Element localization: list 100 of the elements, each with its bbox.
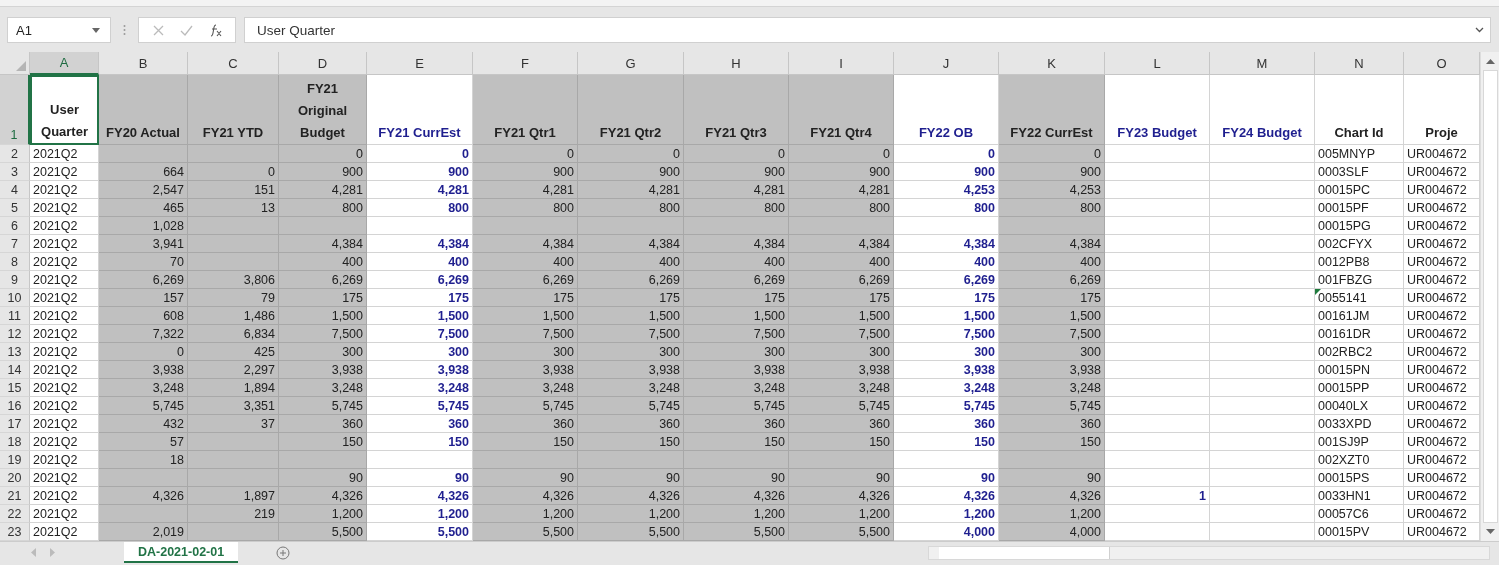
table-cell: 175	[578, 289, 684, 307]
column-heading: FY22 CurrEst	[999, 75, 1105, 145]
table-cell: 00161JM	[1315, 307, 1404, 325]
table-cell: 7,322	[99, 325, 188, 343]
table-cell: UR004672	[1404, 271, 1480, 289]
table-cell: 150	[578, 433, 684, 451]
row-header[interactable]: 18	[0, 433, 30, 451]
row-header[interactable]: 12	[0, 325, 30, 343]
table-cell: 1,500	[789, 307, 894, 325]
table-cell: 4,384	[894, 235, 999, 253]
table-cell: 2021Q2	[30, 181, 99, 199]
row-header[interactable]: 21	[0, 487, 30, 505]
column-heading: FY21 Qtr4	[789, 75, 894, 145]
column-heading: Chart Id	[1315, 75, 1404, 145]
row-header[interactable]: 15	[0, 379, 30, 397]
column-header[interactable]: I	[789, 52, 894, 75]
scroll-down-icon[interactable]	[1485, 529, 1495, 535]
column-header[interactable]: C	[188, 52, 279, 75]
scroll-up-icon[interactable]	[1485, 58, 1495, 64]
row-header[interactable]: 2	[0, 145, 30, 163]
function-icon[interactable]	[209, 23, 223, 37]
row-header[interactable]: 11	[0, 307, 30, 325]
scroll-thumb[interactable]	[1482, 70, 1498, 523]
table-cell: 2021Q2	[30, 235, 99, 253]
column-header[interactable]: N	[1315, 52, 1404, 75]
table-cell: 5,745	[279, 397, 367, 415]
row-header[interactable]: 23	[0, 523, 30, 541]
error-indicator-icon[interactable]	[1315, 289, 1321, 295]
table-cell: 900	[473, 163, 578, 181]
column-header[interactable]: K	[999, 52, 1105, 75]
table-cell: 0	[279, 145, 367, 163]
row-header[interactable]: 10	[0, 289, 30, 307]
column-header[interactable]: B	[99, 52, 188, 75]
table-cell: 3,806	[188, 271, 279, 289]
row-header[interactable]: 14	[0, 361, 30, 379]
column-header[interactable]: A	[30, 52, 99, 75]
column-header[interactable]: H	[684, 52, 789, 75]
table-cell: 4,326	[367, 487, 473, 505]
vertical-scrollbar[interactable]	[1480, 52, 1499, 541]
table-cell: 00015PN	[1315, 361, 1404, 379]
table-cell: 4,281	[367, 181, 473, 199]
table-cell: 3,248	[684, 379, 789, 397]
enter-icon[interactable]	[180, 24, 193, 36]
table-cell: 002RBC2	[1315, 343, 1404, 361]
expand-icon[interactable]	[1475, 27, 1484, 33]
table-cell: 4,253	[894, 181, 999, 199]
next-sheet-icon[interactable]	[50, 548, 56, 557]
row-header[interactable]: 1	[0, 75, 30, 145]
cancel-icon[interactable]	[153, 24, 164, 36]
table-cell: UR004672	[1404, 487, 1480, 505]
table-cell: 0033HN1	[1315, 487, 1404, 505]
row-header[interactable]: 5	[0, 199, 30, 217]
column-header[interactable]: E	[367, 52, 473, 75]
name-box[interactable]: A1	[7, 17, 111, 43]
column-header[interactable]: O	[1404, 52, 1480, 75]
row-header[interactable]: 22	[0, 505, 30, 523]
table-cell: 90	[999, 469, 1105, 487]
row-header[interactable]: 19	[0, 451, 30, 469]
add-sheet-icon[interactable]	[276, 545, 291, 560]
table-cell: 6,834	[188, 325, 279, 343]
table-cell: 425	[188, 343, 279, 361]
row-header[interactable]: 7	[0, 235, 30, 253]
row-header[interactable]: 4	[0, 181, 30, 199]
select-all-button[interactable]	[0, 52, 30, 75]
table-cell: 90	[473, 469, 578, 487]
table-cell: 3,938	[684, 361, 789, 379]
row-header[interactable]: 17	[0, 415, 30, 433]
table-cell: 175	[999, 289, 1105, 307]
table-cell: 4,281	[684, 181, 789, 199]
column-header[interactable]: G	[578, 52, 684, 75]
horizontal-scrollbar[interactable]	[928, 545, 1491, 560]
column-header[interactable]: D	[279, 52, 367, 75]
table-cell: 6,269	[99, 271, 188, 289]
row-header[interactable]: 8	[0, 253, 30, 271]
row-header[interactable]: 16	[0, 397, 30, 415]
table-cell: 37	[188, 415, 279, 433]
table-cell: 1,200	[894, 505, 999, 523]
column-header[interactable]: J	[894, 52, 999, 75]
table-cell: 300	[473, 343, 578, 361]
previous-sheet-icon[interactable]	[30, 548, 36, 557]
table-cell: 2,547	[99, 181, 188, 199]
row-header[interactable]: 3	[0, 163, 30, 181]
table-cell: 3,938	[367, 361, 473, 379]
row-header[interactable]: 13	[0, 343, 30, 361]
table-cell: 5,745	[473, 397, 578, 415]
row-header[interactable]: 9	[0, 271, 30, 289]
table-cell: 400	[894, 253, 999, 271]
table-cell: 2021Q2	[30, 433, 99, 451]
column-header[interactable]: M	[1210, 52, 1315, 75]
table-cell: 1,500	[684, 307, 789, 325]
table-cell: 5,500	[279, 523, 367, 541]
formula-field[interactable]: User Quarter	[244, 17, 1491, 43]
table-cell: 0	[789, 145, 894, 163]
table-cell: 5,500	[684, 523, 789, 541]
column-header[interactable]: L	[1105, 52, 1210, 75]
table-cell: 3,248	[789, 379, 894, 397]
sheet-tab[interactable]: DA-2021-02-01	[124, 542, 239, 563]
column-header[interactable]: F	[473, 52, 578, 75]
row-header[interactable]: 20	[0, 469, 30, 487]
row-header[interactable]: 6	[0, 217, 30, 235]
